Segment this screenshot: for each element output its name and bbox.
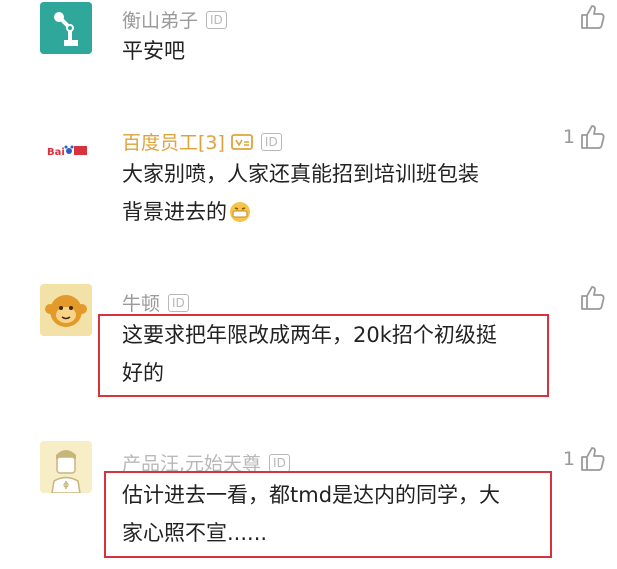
like-button[interactable]: 1 <box>563 124 605 150</box>
avatar[interactable]: Bai <box>40 124 92 176</box>
verified-badge-icon <box>231 133 253 150</box>
id-badge: ID <box>269 453 290 472</box>
username[interactable]: 衡山弟子 <box>122 6 198 33</box>
thumbs-up-icon <box>581 447 605 471</box>
avatar[interactable] <box>40 2 92 54</box>
like-count: 1 <box>562 448 575 470</box>
comment-line: 背景进去的 <box>122 200 227 224</box>
username[interactable]: 百度员工[3] <box>122 128 225 155</box>
comment-line: 平安吧 <box>122 39 185 63</box>
comment-text: 平安吧 <box>122 32 185 70</box>
comment-text: 大家别喷，人家还真能招到培训班包装 背景进去的 <box>122 155 479 231</box>
username-row: 衡山弟子 ID <box>122 6 227 33</box>
id-badge: ID <box>206 10 227 29</box>
username-row: 牛顿 ID <box>122 289 189 316</box>
username[interactable]: 牛顿 <box>122 289 160 316</box>
baidu-logo-text: Bai <box>47 147 65 158</box>
id-badge: ID <box>168 293 189 312</box>
like-count: 1 <box>562 126 575 148</box>
highlight-box <box>98 314 549 397</box>
baidu-logo: Bai <box>47 145 87 158</box>
like-button[interactable]: 1 <box>563 446 605 472</box>
grin-emoji-icon <box>230 202 250 222</box>
thumbs-up-icon <box>581 286 605 310</box>
person-icon <box>40 441 92 493</box>
comment-line-with-emoji: 背景进去的 <box>122 193 479 231</box>
username-row: 百度员工[3] ID <box>122 128 282 155</box>
comment-line: 大家别喷，人家还真能招到培训班包装 <box>122 162 479 186</box>
highlight-box <box>104 471 552 558</box>
avatar[interactable] <box>40 441 92 493</box>
thumbs-up-icon <box>581 5 605 29</box>
avatar[interactable] <box>40 284 92 336</box>
id-badge: ID <box>260 132 282 151</box>
robot-arm-icon <box>40 2 92 54</box>
like-button[interactable] <box>575 285 605 311</box>
monkey-icon <box>40 284 92 336</box>
thumbs-up-icon <box>581 125 605 149</box>
like-button[interactable] <box>575 4 605 30</box>
